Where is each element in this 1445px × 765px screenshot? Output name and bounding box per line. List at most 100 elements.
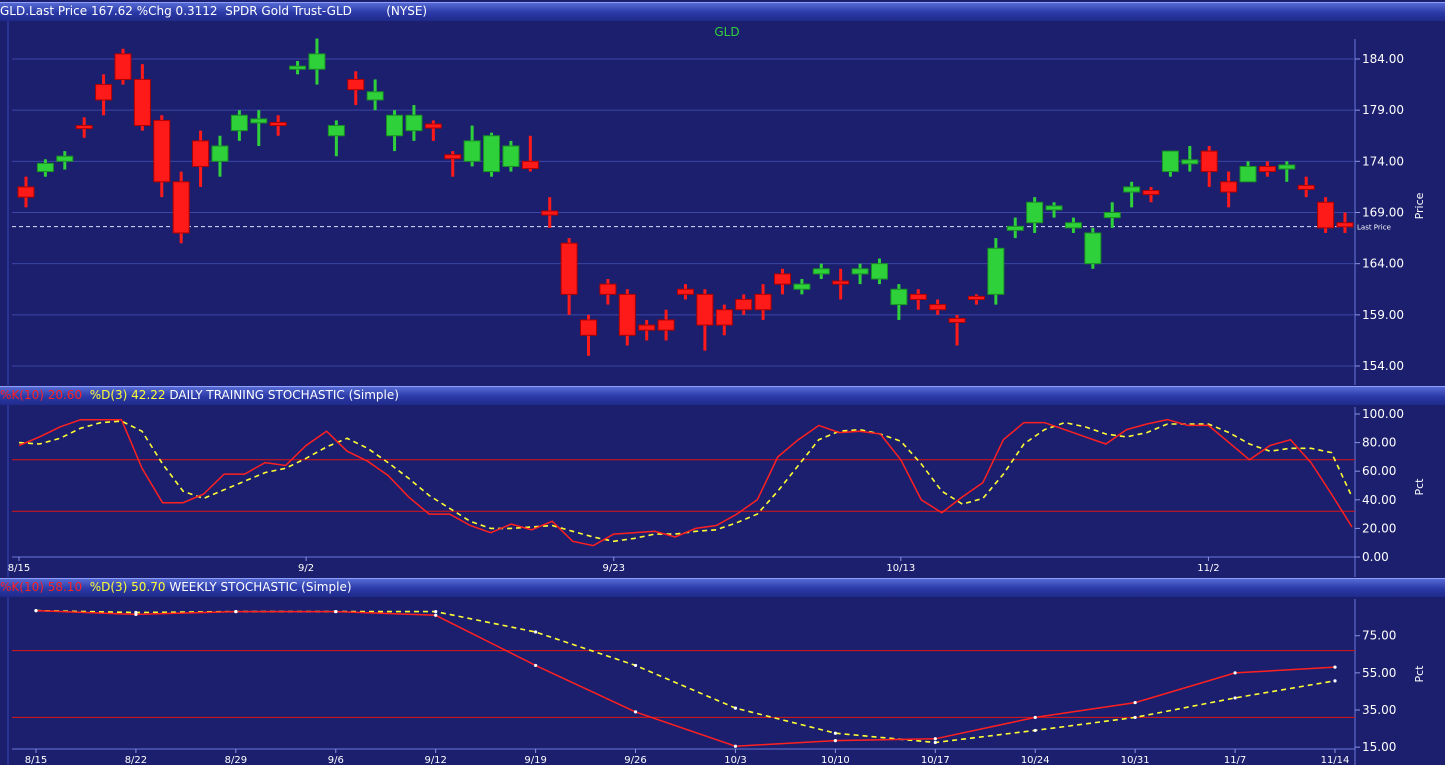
price-tick-label: 154.00 — [1362, 359, 1404, 373]
price-candle-body — [560, 242, 578, 295]
x-tick-label: 9/23 — [602, 563, 624, 574]
x-tick-label: 9/12 — [424, 755, 446, 765]
x-tick-label: 11/14 — [1321, 755, 1350, 765]
price-candle-body — [1220, 181, 1238, 193]
k-point — [534, 663, 538, 668]
price-candle-body — [890, 288, 908, 306]
daily-k-label: %K(10) 20.60 — [0, 388, 83, 402]
x-tick-label: 8/15 — [25, 755, 47, 765]
price-candle-body — [870, 263, 888, 280]
k-point — [1133, 700, 1137, 705]
d-point — [134, 610, 138, 615]
k-point — [633, 710, 638, 714]
stoch-axis-label: Pct — [1413, 665, 1426, 683]
price-candle-body — [909, 293, 927, 300]
price-tick-label: 174.00 — [1362, 154, 1404, 168]
x-tick-label: 8/15 — [8, 563, 30, 574]
stoch-tick-label: 75.00 — [1362, 629, 1396, 643]
price-tick-label: 164.00 — [1362, 257, 1404, 271]
price-candle-body — [1297, 184, 1315, 190]
price-candle-body — [1336, 222, 1354, 228]
price-candle-body — [851, 268, 869, 275]
d-point — [633, 663, 638, 668]
price-candle-body — [812, 268, 830, 275]
d-point — [1333, 679, 1337, 683]
k-point — [1333, 665, 1337, 669]
d-point — [434, 609, 438, 614]
symbol-info: GLD.Last Price 167.62 %Chg 0.3112 SPDR G… — [0, 4, 352, 18]
stoch-tick-label: 80.00 — [1362, 436, 1396, 450]
stoch-tick-label: 0.00 — [1362, 550, 1389, 564]
weekly-stochastic-chart: 75.00 55.00 35.00 15.00 Pct 8/15 8/22 8/29 9/6 9/… — [7, 597, 1445, 765]
stoch-tick-label: 15.00 — [1362, 740, 1396, 754]
price-tick-label: 159.00 — [1362, 308, 1404, 322]
price-candle-body — [638, 324, 656, 331]
price-candle-body — [657, 319, 675, 331]
price-tick-label: 169.00 — [1362, 206, 1404, 220]
x-tick-label: 10/24 — [1021, 755, 1050, 765]
price-axis-label: Price — [1413, 192, 1426, 219]
price-candle-body — [1200, 150, 1218, 173]
daily-stochastic-title: DAILY TRAINING STOCHASTIC (Simple) — [169, 388, 399, 402]
symbol-title-bar: GLD.Last Price 167.62 %Chg 0.3112 SPDR G… — [0, 2, 1445, 21]
price-candle-body — [541, 210, 559, 216]
x-tick-label: 10/17 — [921, 755, 950, 765]
panel-background — [8, 597, 1445, 765]
price-candle-body — [1045, 205, 1063, 211]
price-candle-body — [250, 118, 268, 124]
x-tick-label: 9/19 — [524, 755, 546, 765]
price-candle-body — [599, 283, 617, 295]
d-point — [833, 731, 837, 735]
k-point — [1233, 671, 1237, 675]
d-point — [1133, 715, 1137, 720]
price-candle-body — [230, 114, 248, 132]
price-candle-body — [832, 280, 850, 285]
price-candle-body — [696, 293, 714, 326]
weekly-d-label: %D(3) 50.70 — [89, 580, 166, 594]
price-candle-body — [95, 84, 113, 101]
d-point — [34, 609, 38, 613]
x-tick-label: 11/2 — [1197, 563, 1219, 574]
d-point — [334, 609, 338, 614]
price-candle-body — [1084, 232, 1102, 265]
price-candle-body — [773, 273, 791, 285]
k-point — [833, 739, 837, 743]
price-candle-body — [793, 283, 811, 290]
x-tick-label: 10/3 — [724, 755, 746, 765]
price-candle-body — [1278, 164, 1296, 170]
price-candle-body — [327, 125, 345, 137]
price-candle-body — [289, 65, 307, 70]
stoch-tick-label: 60.00 — [1362, 464, 1396, 478]
price-candle-body — [192, 140, 210, 167]
price-candle-body — [521, 160, 539, 169]
price-candle-body — [463, 140, 481, 162]
price-candle-body — [1142, 190, 1160, 196]
price-candle-body — [1181, 159, 1199, 165]
stoch-axis-label: Pct — [1413, 478, 1426, 496]
price-candle-body — [308, 53, 326, 70]
price-candle-body — [1258, 165, 1276, 173]
price-candle-body — [929, 304, 947, 311]
k-point — [733, 744, 738, 748]
price-candle-body — [366, 91, 384, 101]
price-chart: 184.00 179.00 174.00 169.00 164.00 159.00 154.… — [7, 21, 1445, 385]
k-point — [933, 737, 937, 741]
price-candle-body — [1064, 222, 1082, 229]
daily-stochastic-chart: 100.00 80.00 60.00 40.00 20.00 0.00 Pct 8/15 9/2… — [7, 405, 1445, 577]
price-candle-body — [618, 293, 636, 336]
price-candle-body — [580, 319, 598, 336]
d-point — [1233, 696, 1237, 700]
price-candle-body — [1103, 212, 1121, 219]
price-candle-body — [987, 247, 1005, 295]
price-candle-body — [424, 123, 442, 129]
price-candle-body — [444, 154, 462, 160]
x-tick-label: 8/22 — [125, 755, 147, 765]
x-tick-label: 10/31 — [1121, 755, 1150, 765]
exchange-label: (NYSE) — [386, 4, 428, 18]
x-tick-label: 9/2 — [298, 563, 314, 574]
price-candle-body — [1006, 225, 1024, 231]
price-candle-body — [386, 114, 404, 137]
price-candle-body — [211, 145, 229, 162]
x-tick-label: 9/6 — [328, 755, 344, 765]
price-candle-body — [75, 125, 93, 130]
